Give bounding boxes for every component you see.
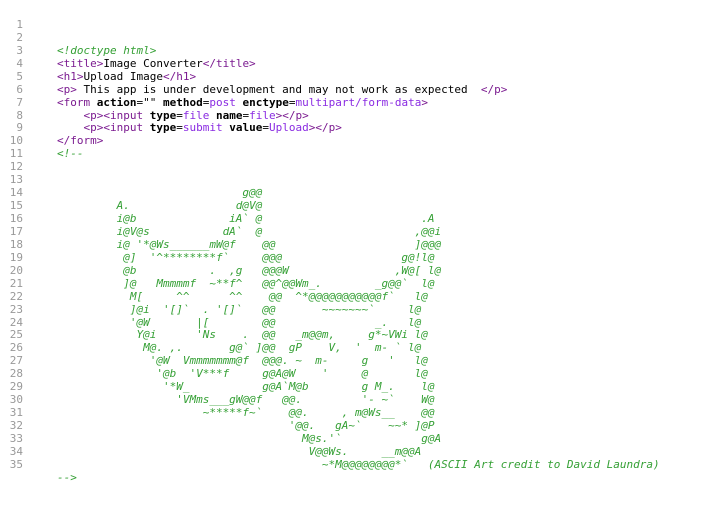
- code-line: 29 'VMms___gW@@f @@. '- ~` W@: [0, 368, 706, 406]
- code-line: 17 i@ '*@Ws______mW@f @@ ]@@@: [0, 213, 706, 251]
- code-line: 16 i@V@s dA` @ ,@@i: [0, 200, 706, 238]
- code-line: 28 '*W_ g@A`M@b g M_. l@: [0, 355, 706, 393]
- code-line: 12: [0, 148, 706, 173]
- code-line: 1: [0, 6, 706, 31]
- code-line: 33 V@@Ws. __m@@A: [0, 420, 706, 458]
- line-number: 35: [9, 457, 23, 471]
- code-line: 21 M[ ^^ ^^ @@ ^*@@@@@@@@@@@f` l@: [0, 265, 706, 303]
- code-line: 31 '@@. gA~` ~~* ]@P: [0, 394, 706, 432]
- code-line: 34 ~*M@@@@@@@@*` (ASCII Art credit to Da…: [0, 433, 706, 471]
- ascii-art-line: ~*M@@@@@@@@*` (ASCII Art credit to David…: [57, 457, 660, 471]
- code-line: 6 <form action="" method=post enctype=mu…: [0, 71, 706, 109]
- code-line: 32 M@s.'` g@A: [0, 407, 706, 445]
- code-line: 7 <p><input type=file name=file></p>: [0, 84, 706, 122]
- code-line: 27 '@b 'V***f g@A@W ' @ l@: [0, 342, 706, 380]
- comment-close: -->: [57, 470, 77, 484]
- line-content: -->: [57, 470, 77, 485]
- code-line: 8 <p><input type=submit value=Upload></p…: [0, 97, 706, 135]
- code-line: 9 </form>: [0, 110, 706, 147]
- code-line: 2 <!doctype html>: [0, 19, 706, 57]
- code-line: 25 M@. ,. g@` ]@@ gP V, ' m- ` l@: [0, 317, 706, 354]
- code-line: 11: [0, 135, 706, 160]
- code-line: 24 Y@i 'Ns . @@ _m@@m, g*~VWi l@: [0, 304, 706, 342]
- code-editor[interactable]: 1 2 <!doctype html> 3 <title>Image Conve…: [0, 6, 706, 484]
- code-line: 22 ]@i '[]` . '[]` @@ ~~~~~~~` l@: [0, 278, 706, 316]
- code-line: 13 g@@: [0, 161, 706, 199]
- code-line: 5 <p> This app is under development and …: [0, 58, 706, 96]
- code-line: 15 i@b iA` @ .A: [0, 187, 706, 225]
- code-line: 35 -->: [0, 446, 706, 484]
- code-line: 18 @] '^********f` @@@ g@!l@: [0, 226, 706, 264]
- code-line: 19 @b . ,g @@@W ,W@[ l@: [0, 239, 706, 277]
- code-line: 10 <!--: [0, 122, 706, 160]
- code-line: 30 ~*****f~` @@. , m@Ws__ @@: [0, 381, 706, 419]
- code-line: 3 <title>Image Converter</title>: [0, 32, 706, 70]
- code-line: 23 '@W |[ @@ _. l@: [0, 291, 706, 329]
- code-line: 20 ]@ Mmmmmf ~**f^ @@^@@Wm_. _g@@` l@: [0, 252, 706, 290]
- code-line: 14 A. d@V@: [0, 174, 706, 212]
- code-line: 4 <h1>Upload Image</h1>: [0, 45, 706, 83]
- code-line: 26 '@W Vmmmmmmm@f @@@. ~ m- g ' l@: [0, 329, 706, 367]
